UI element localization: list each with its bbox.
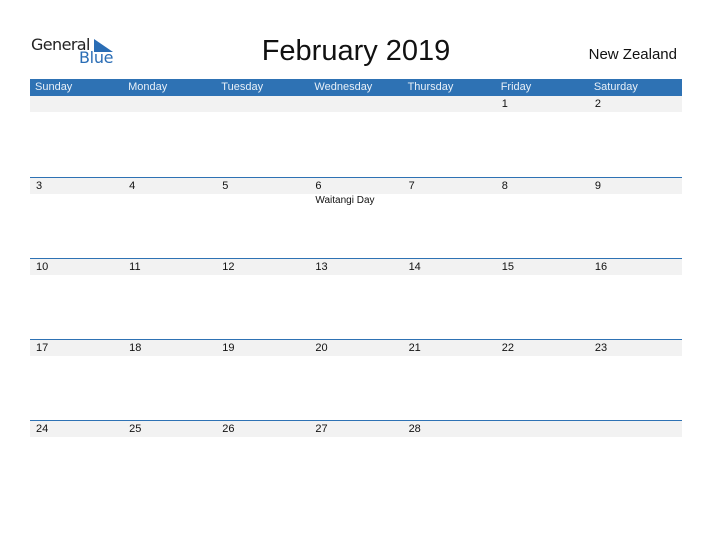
week-row: 12 <box>30 96 682 177</box>
week-row: 24 25 26 27 28 <box>30 420 682 501</box>
day-number: 25 <box>129 423 142 435</box>
weeks-container: 1 2 3 4 5 6 7 8 9 Waitangi Day 10 11 12 13 14 15 16 17 18 1… <box>30 96 682 501</box>
day-number: 27 <box>315 423 328 435</box>
day-number: 21 <box>408 342 421 354</box>
day-number: 2 <box>594 98 601 110</box>
weekday-tuesday: Tuesday <box>221 81 264 93</box>
date-row: 10 11 12 13 14 15 16 <box>30 259 682 275</box>
holiday-label <box>30 194 123 208</box>
day-number: 26 <box>222 423 235 435</box>
day-number: 24 <box>36 423 49 435</box>
day-number: 4 <box>129 180 136 192</box>
day-number: 1 <box>501 98 508 110</box>
date-row: 12 <box>30 96 682 112</box>
holiday-label <box>589 194 682 208</box>
week-row: 17 18 19 20 21 22 23 <box>30 339 682 420</box>
day-number: 11 <box>129 261 141 273</box>
day-number: 23 <box>594 342 608 354</box>
day-number: 5 <box>222 180 229 192</box>
day-number <box>403 96 496 112</box>
day-number: 17 <box>36 342 49 354</box>
day-number: 18 <box>129 342 142 354</box>
day-number: 20 <box>315 342 328 354</box>
holiday-label: Waitangi Day <box>315 195 375 206</box>
day-number: 15 <box>501 261 514 273</box>
day-number <box>123 96 216 112</box>
weekday-saturday: Saturday <box>593 81 638 93</box>
weekday-monday: Monday <box>128 81 168 93</box>
day-number: 14 <box>408 261 421 273</box>
day-number <box>216 96 309 112</box>
date-row: 24 25 26 27 28 <box>30 421 682 437</box>
day-number: 22 <box>501 342 514 354</box>
day-number <box>30 96 123 112</box>
day-number: 19 <box>222 342 235 354</box>
weekday-friday: Friday <box>500 81 532 93</box>
holiday-label <box>123 194 216 208</box>
country-label: New Zealand <box>588 46 677 63</box>
day-number: 13 <box>315 261 328 273</box>
day-number: 16 <box>594 261 608 273</box>
day-number: 3 <box>36 180 43 192</box>
weekday-header: Sunday Monday Tuesday Wednesday Thursday… <box>30 79 682 96</box>
day-number: 6 <box>315 180 322 192</box>
weekday-thursday: Thursday <box>407 81 454 93</box>
calendar-grid: Sunday Monday Tuesday Wednesday Thursday… <box>30 79 682 501</box>
day-number: 9 <box>594 180 601 192</box>
events-row: Waitangi Day <box>30 194 682 208</box>
day-number: 8 <box>501 180 508 192</box>
day-number: 10 <box>36 261 49 273</box>
holiday-label <box>216 194 309 208</box>
weekday-wednesday: Wednesday <box>314 81 373 93</box>
date-row: 17 18 19 20 21 22 23 <box>30 340 682 356</box>
day-number <box>496 421 589 437</box>
date-row: 3 4 5 6 7 8 9 <box>30 178 682 194</box>
day-number: 12 <box>222 261 235 273</box>
day-number <box>589 421 682 437</box>
week-row: 3 4 5 6 7 8 9 Waitangi Day <box>30 177 682 258</box>
weekday-sunday: Sunday <box>35 81 73 93</box>
day-number: 28 <box>408 423 421 435</box>
day-number: 7 <box>408 180 415 192</box>
week-row: 10 11 12 13 14 15 16 <box>30 258 682 339</box>
holiday-label <box>403 194 496 208</box>
holiday-label <box>496 194 589 208</box>
day-number <box>309 96 402 112</box>
